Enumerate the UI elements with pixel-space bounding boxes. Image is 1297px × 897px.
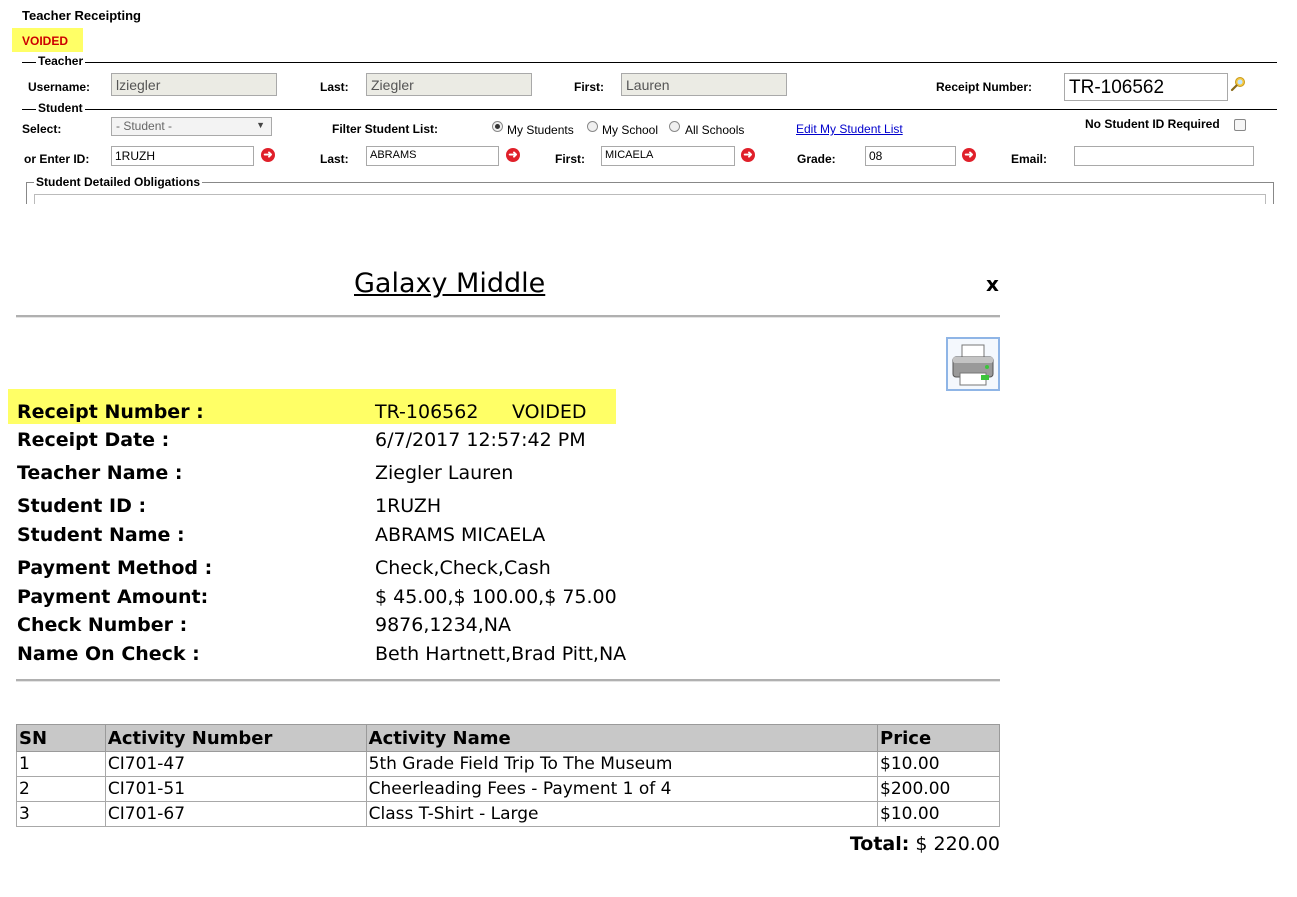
username-field[interactable]: lziegler <box>111 73 277 96</box>
divider <box>16 315 1000 318</box>
cell-sn: 2 <box>16 776 106 802</box>
table-row: 1 CI701-47 5th Grade Field Trip To The M… <box>16 751 1000 777</box>
student-id-value: 1RUZH <box>375 495 442 517</box>
clear-icon[interactable]: ➜ <box>962 148 976 162</box>
teacher-first-field[interactable]: Lauren <box>621 73 787 96</box>
table-row: 3 CI701-67 Class T-Shirt - Large $10.00 <box>16 801 1000 827</box>
column-header-activity-name: Activity Name <box>365 724 879 752</box>
table-row: 2 CI701-51 Cheerleading Fees - Payment 1… <box>16 776 1000 802</box>
voided-status-text: VOIDED <box>22 34 69 48</box>
receipt-date-value: 6/7/2017 12:57:42 PM <box>375 429 586 451</box>
total-value: $ 220.00 <box>915 833 1000 855</box>
student-id-input[interactable]: 1RUZH <box>111 146 254 166</box>
clear-icon[interactable]: ➜ <box>741 148 755 162</box>
receipt-void-status: VOIDED <box>512 401 587 423</box>
receipt-number-field-value: TR-106562 <box>375 401 479 423</box>
chevron-down-icon: ▼ <box>256 120 265 130</box>
student-last-input[interactable]: ABRAMS <box>366 146 499 166</box>
obligations-legend: Student Detailed Obligations <box>34 175 203 189</box>
column-header-sn: SN <box>16 724 106 752</box>
no-student-id-label: No Student ID Required <box>1085 117 1220 131</box>
grade-label: Grade: <box>797 152 836 166</box>
radio-my-students-label: My Students <box>507 123 574 137</box>
filter-student-label: Filter Student List: <box>332 122 438 136</box>
edit-student-list-link[interactable]: Edit My Student List <box>796 122 903 136</box>
school-name: Galaxy Middle <box>354 268 546 299</box>
cell-price: $200.00 <box>877 776 1000 802</box>
radio-my-students[interactable] <box>492 121 503 132</box>
divider <box>16 679 1000 682</box>
cell-price: $10.00 <box>877 751 1000 777</box>
column-header-price: Price <box>877 724 1000 752</box>
name-on-check-label: Name On Check : <box>17 643 200 665</box>
teacher-first-label: First: <box>574 80 604 94</box>
cell-activity-name: 5th Grade Field Trip To The Museum <box>365 751 879 777</box>
teacher-fieldset-border <box>22 62 1277 63</box>
close-icon[interactable]: x <box>986 272 999 296</box>
cell-activity-number: CI701-67 <box>104 801 367 827</box>
search-icon[interactable] <box>1230 76 1246 92</box>
select-label: Select: <box>22 122 62 136</box>
column-header-activity-number: Activity Number <box>104 724 367 752</box>
name-on-check-value: Beth Hartnett,Brad Pitt,NA <box>375 643 627 665</box>
student-fieldset-border <box>22 109 1277 110</box>
teacher-last-field[interactable]: Ziegler <box>366 73 532 96</box>
student-select-value: - Student - <box>116 119 173 133</box>
check-number-label: Check Number : <box>17 614 188 636</box>
cell-activity-number: CI701-47 <box>104 751 367 777</box>
cell-price: $10.00 <box>877 801 1000 827</box>
username-label: Username: <box>28 80 91 94</box>
check-number-value: 9876,1234,NA <box>375 614 511 636</box>
cell-sn: 3 <box>16 801 106 827</box>
page-title: Teacher Receipting <box>22 8 141 23</box>
radio-my-school-label: My School <box>602 123 659 137</box>
student-select[interactable]: - Student - ▼ <box>111 117 272 136</box>
obligations-panel <box>34 194 1266 204</box>
grade-input[interactable]: 08 <box>865 146 956 166</box>
student-last-label: Last: <box>320 152 349 166</box>
payment-amount-value: $ 45.00,$ 100.00,$ 75.00 <box>375 586 617 608</box>
cell-sn: 1 <box>16 751 106 777</box>
voided-status-badge: VOIDED <box>12 28 83 52</box>
student-legend: Student <box>36 101 85 115</box>
enter-id-label: or Enter ID: <box>24 152 90 166</box>
receipt-date-label: Receipt Date : <box>17 429 170 451</box>
payment-amount-label: Payment Amount: <box>17 586 209 608</box>
email-input[interactable] <box>1074 146 1254 166</box>
email-label: Email: <box>1011 152 1048 166</box>
total: Total: $ 220.00 <box>850 833 1000 855</box>
student-first-input[interactable]: MICAELA <box>601 146 735 166</box>
cell-activity-number: CI701-51 <box>104 776 367 802</box>
payment-method-label: Payment Method : <box>17 557 213 579</box>
student-name-label: Student Name : <box>17 524 185 546</box>
no-student-id-checkbox[interactable] <box>1234 119 1246 131</box>
radio-all-schools-label: All Schools <box>685 123 745 137</box>
student-id-label: Student ID : <box>17 495 147 517</box>
receipt-number-field-label: Receipt Number : <box>17 401 204 423</box>
printer-icon <box>952 344 994 386</box>
teacher-last-label: Last: <box>320 80 349 94</box>
cell-activity-name: Class T-Shirt - Large <box>365 801 879 827</box>
student-name-value: ABRAMS MICAELA <box>375 524 546 546</box>
total-label: Total: <box>849 833 910 855</box>
cell-activity-name: Cheerleading Fees - Payment 1 of 4 <box>365 776 879 802</box>
table-header-row: SN Activity Number Activity Name Price <box>16 724 1000 752</box>
radio-all-schools[interactable] <box>669 121 680 132</box>
activity-table: SN Activity Number Activity Name Price 1… <box>16 724 1000 827</box>
teacher-name-value: Ziegler Lauren <box>375 462 514 484</box>
receipt-number-input[interactable]: TR-106562 <box>1064 73 1228 101</box>
student-first-label: First: <box>555 152 585 166</box>
teacher-name-label: Teacher Name : <box>17 462 183 484</box>
clear-icon[interactable]: ➜ <box>261 148 275 162</box>
receipt-number-label: Receipt Number: <box>936 80 1033 94</box>
teacher-legend: Teacher <box>36 54 86 68</box>
clear-icon[interactable]: ➜ <box>506 148 520 162</box>
print-button[interactable] <box>946 337 1000 391</box>
payment-method-value: Check,Check,Cash <box>375 557 551 579</box>
radio-my-school[interactable] <box>587 121 598 132</box>
